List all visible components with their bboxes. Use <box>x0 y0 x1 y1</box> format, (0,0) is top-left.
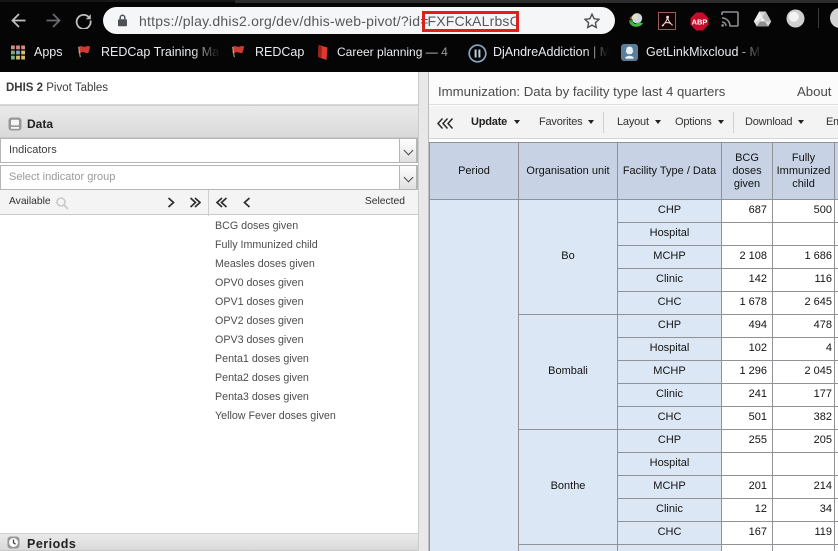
svg-text:ABP: ABP <box>692 17 708 26</box>
